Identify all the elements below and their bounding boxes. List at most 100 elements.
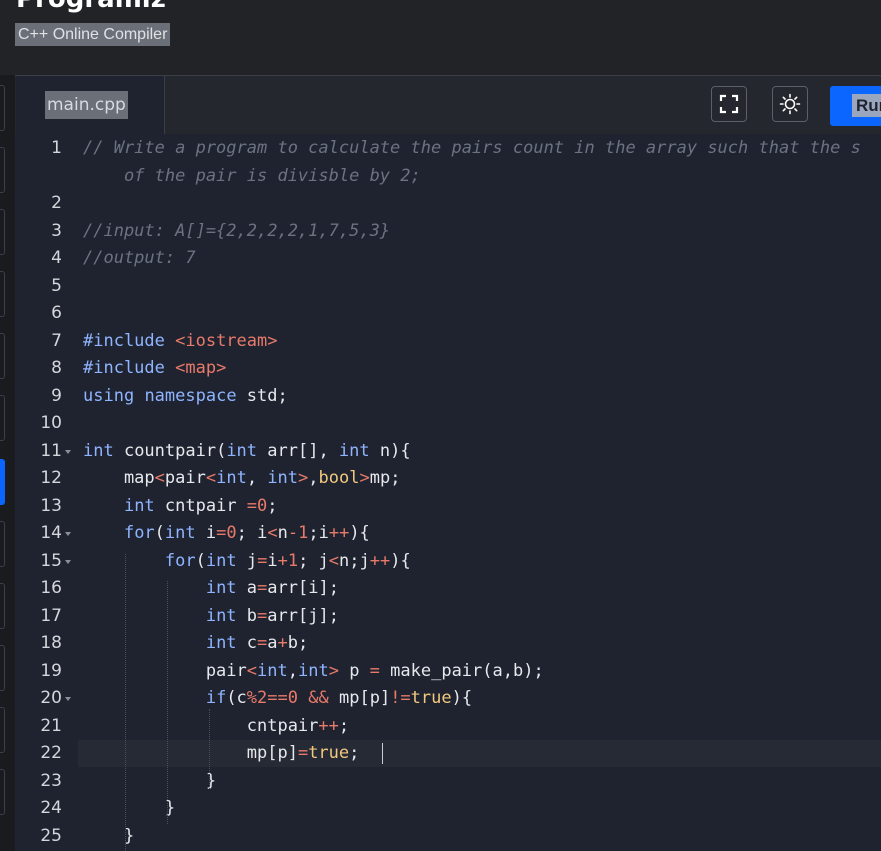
code-token: } — [83, 826, 135, 846]
fold-arrow-icon[interactable] — [65, 560, 71, 564]
code-token: = — [257, 606, 268, 626]
code-token: != — [390, 688, 411, 708]
rail-item[interactable] — [0, 583, 5, 629]
code-token: make_pair(a,b); — [379, 661, 544, 681]
code-token: == — [267, 688, 288, 708]
fullscreen-button[interactable] — [711, 86, 747, 122]
rail-item[interactable] — [0, 769, 5, 815]
rail-item[interactable] — [0, 147, 5, 193]
code-token: int — [205, 551, 237, 571]
line-number: 6 — [51, 303, 62, 323]
code-editor[interactable]: 1 2 3 4 5 6 7 8 9 10 11 12 13 14 15 16 17 18 19 20 21 22 23 24 2… — [15, 134, 881, 851]
code-line[interactable]: //output: 7 — [83, 245, 196, 272]
code-token: a — [236, 578, 258, 598]
line-number: 18 — [40, 633, 62, 653]
code-token: = — [297, 743, 309, 763]
rail-item[interactable] — [0, 271, 5, 317]
code-token: 0 — [287, 688, 299, 708]
rail-item[interactable] — [0, 85, 5, 131]
code-token: n;j — [339, 551, 370, 571]
code-line[interactable]: int c=a+b; — [83, 630, 308, 657]
line-number: 21 — [40, 716, 62, 736]
code-line[interactable]: int b=arr[j]; — [83, 603, 339, 630]
code-token: < — [154, 468, 165, 488]
code-token: for — [123, 523, 155, 543]
code-line[interactable]: //input: A[]={2,2,2,2,1,7,5,3} — [83, 218, 390, 245]
code-line[interactable]: for(int i=0; i<n-1;i++){ — [83, 520, 370, 547]
code-line[interactable]: #include <iostream> — [83, 328, 277, 355]
code-token: of the pair is divisble by 2; — [83, 166, 421, 186]
code-line[interactable]: pair<int,int> p = make_pair(a,b); — [83, 658, 544, 685]
code-token: < — [205, 468, 217, 488]
line-number: 11 — [40, 441, 62, 461]
code-token: ){ — [349, 523, 370, 543]
code-token: < — [267, 523, 278, 543]
line-number-gutter: 1 2 3 4 5 6 7 8 9 10 11 12 13 14 15 16 17 18 19 20 21 22 23 24 2… — [15, 134, 78, 851]
fold-arrow-icon[interactable] — [65, 532, 71, 536]
fold-arrow-icon[interactable] — [65, 450, 71, 454]
editor-toolbar: main.cpp Run — [15, 75, 881, 135]
code-line[interactable]: for(int j=i+1; j<n;j++){ — [83, 548, 411, 575]
rail-item[interactable] — [0, 395, 5, 441]
text-caret — [382, 743, 383, 764]
line-number: 4 — [51, 248, 62, 268]
code-token: , — [308, 468, 319, 488]
code-token: // Write a program to calculate the pair… — [83, 138, 861, 158]
code-token: (c — [226, 688, 247, 708]
code-token: arr[i]; — [267, 578, 339, 598]
code-line[interactable]: } — [83, 823, 134, 850]
code-token: <iostream> — [175, 331, 278, 351]
code-line[interactable]: of the pair is divisble by 2; — [83, 163, 421, 190]
rail-item[interactable] — [0, 333, 5, 379]
run-label: Run — [852, 94, 881, 117]
code-line[interactable]: int a=arr[i]; — [83, 575, 339, 602]
code-token: = — [216, 523, 227, 543]
code-token: for — [164, 551, 196, 571]
code-line[interactable]: int cntpair =0; — [83, 493, 278, 520]
code-token: ++ — [369, 551, 391, 571]
code-line[interactable]: using namespace std; — [83, 383, 288, 410]
rail-item[interactable] — [0, 209, 5, 255]
file-tab[interactable]: main.cpp — [16, 76, 165, 135]
code-token: arr[j]; — [267, 606, 339, 626]
fold-arrow-icon[interactable] — [65, 697, 71, 701]
rail-item[interactable] — [0, 707, 5, 753]
code-token: if — [205, 688, 227, 708]
line-number: 5 — [51, 276, 62, 296]
code-token: <map> — [175, 358, 227, 378]
theme-toggle-button[interactable] — [772, 86, 808, 122]
code-line[interactable]: #include <map> — [83, 355, 226, 382]
rail-item[interactable] — [0, 521, 5, 567]
code-line[interactable]: cntpair++; — [83, 713, 349, 740]
code-token: int — [226, 441, 258, 461]
code-line[interactable]: if(c%2==0 && mp[p]!=true){ — [83, 685, 472, 712]
code-token: 0 — [257, 496, 268, 516]
code-token: arr[], — [257, 441, 339, 461]
code-line[interactable]: int countpair(int arr[], int n){ — [83, 438, 411, 465]
code-token: cntpair — [154, 496, 247, 516]
line-number: 13 — [40, 496, 62, 516]
code-token: = — [257, 578, 268, 598]
run-button[interactable]: Run — [830, 86, 881, 126]
line-number: 9 — [51, 386, 62, 406]
rail-item-active[interactable] — [0, 459, 5, 505]
code-line[interactable]: map<pair<int, int>,bool>mp; — [83, 465, 401, 492]
code-token: ++ — [328, 523, 350, 543]
code-token: ( — [154, 523, 165, 543]
fullscreen-icon — [719, 94, 739, 114]
line-number: 14 — [40, 523, 62, 543]
line-number: 7 — [51, 331, 62, 351]
code-line[interactable]: // Write a program to calculate the pair… — [83, 135, 861, 162]
code-line[interactable]: } — [83, 795, 175, 822]
code-line[interactable]: } — [83, 768, 216, 795]
code-token: using — [83, 386, 135, 406]
code-token: ( — [195, 551, 206, 571]
rail-item[interactable] — [0, 645, 5, 691]
code-token: > — [359, 468, 370, 488]
code-token: i — [195, 523, 217, 543]
code-token: pair — [164, 468, 206, 488]
code-token: ; i — [236, 523, 268, 543]
